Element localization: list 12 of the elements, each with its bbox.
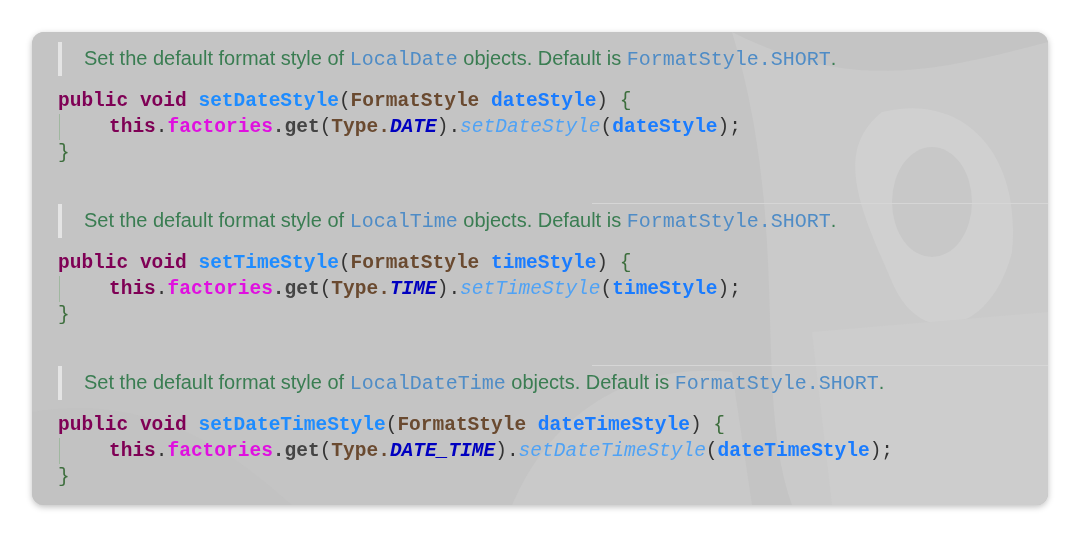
- code-line: this.factories.get(Type.TIME).setTimeStyle(timeStyle);: [109, 277, 741, 302]
- code-line: }: [58, 465, 70, 490]
- code-line: }: [58, 141, 70, 166]
- code-line: public void setDateStyle(FormatStyle dateStyle) {: [58, 89, 632, 114]
- description-text: Set the default format style of LocalTime objects. Default is FormatStyle.SHORT.: [58, 204, 837, 238]
- code-line: public void setDateTimeStyle(FormatStyle dateTimeStyle) {: [58, 413, 726, 438]
- description-text: Set the default format style of LocalDate objects. Default is FormatStyle.SHORT.: [58, 42, 837, 76]
- code-line: }: [58, 303, 70, 328]
- code-line: this.factories.get(Type.DATE).setDateStyle(dateStyle);: [109, 115, 741, 140]
- code-line: this.factories.get(Type.DATE_TIME).setDateTimeStyle(dateTimeStyle);: [109, 439, 894, 464]
- description-text: Set the default format style of LocalDateTime objects. Default is FormatStyle.SHORT.: [58, 366, 885, 400]
- code-line: public void setTimeStyle(FormatStyle timeStyle) {: [58, 251, 632, 276]
